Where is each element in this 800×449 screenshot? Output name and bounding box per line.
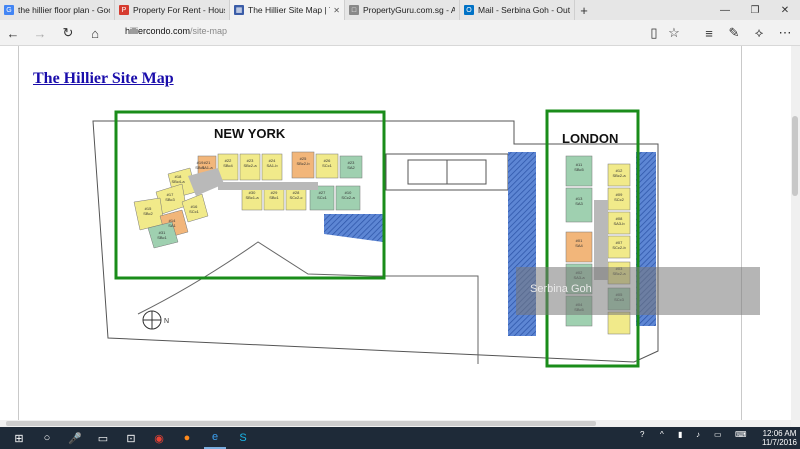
tab-outlook-mail[interactable]: O Mail - Serbina Goh - Outloc (460, 0, 575, 20)
outlook-icon: O (464, 5, 474, 15)
hub-icon[interactable]: ≡ (700, 24, 718, 42)
tab-property-rent[interactable]: P Property For Rent - Houses (115, 0, 230, 20)
tab-title: the hillier floor plan - Goog (18, 5, 110, 15)
cortana-icon[interactable]: 🎤 (64, 427, 86, 449)
tab-title: The Hillier Site Map | Th (248, 5, 331, 15)
unit-label: #13 SA3 (575, 196, 583, 206)
skype-icon[interactable]: S (232, 427, 254, 449)
close-window-button[interactable]: ✕ (770, 0, 800, 20)
unit-label: #01 SA4 (575, 238, 583, 248)
vertical-scrollbar[interactable] (791, 46, 800, 420)
minimize-button[interactable]: — (710, 0, 740, 20)
web-content: The Hillier Site Map NEW YORK LONDON N #… (0, 46, 791, 420)
scroll-thumb[interactable] (792, 116, 798, 196)
close-tab-icon[interactable]: ✕ (333, 6, 340, 15)
store-icon[interactable]: ⊡ (120, 427, 142, 449)
more-icon[interactable]: ⋯ (776, 24, 794, 42)
tray-up-icon[interactable]: ^ (660, 430, 664, 439)
start-button[interactable]: ⊞ (8, 427, 30, 449)
firefox-icon[interactable]: ● (176, 427, 198, 449)
tab-title: PropertyGuru.com.sg - Ager (363, 5, 455, 15)
clock[interactable]: 12:06 AM 11/7/2016 (762, 429, 797, 447)
watermark-text: Serbina Goh (530, 283, 592, 295)
google-icon: G (4, 5, 14, 15)
page-title-link[interactable]: The Hillier Site Map (33, 70, 174, 88)
back-button[interactable]: ← (4, 24, 22, 42)
clock-date: 11/7/2016 (762, 438, 797, 447)
page-column: The Hillier Site Map NEW YORK LONDON N #… (18, 46, 760, 420)
url-domain: hilliercondo.com (125, 26, 191, 36)
tab-google-search[interactable]: G the hillier floor plan - Goog (0, 0, 115, 20)
forward-button[interactable]: → (31, 24, 49, 42)
clock-time: 12:06 AM (762, 429, 797, 438)
new-tab-button[interactable]: + (575, 0, 593, 20)
new-york-label: NEW YORK (214, 126, 286, 141)
edge-icon[interactable]: e (204, 427, 226, 449)
help-icon[interactable]: ? (640, 430, 644, 439)
site-map-image: NEW YORK LONDON N #21 SA1-a#22 SBc4#23 SBc2… (92, 109, 659, 368)
page-icon: □ (349, 5, 359, 15)
unit-label: #23 SA2 (347, 160, 355, 170)
task-view-icon[interactable]: ▭ (92, 427, 114, 449)
refresh-button[interactable]: ↻ (59, 24, 77, 42)
keyboard-icon[interactable]: ⌨ (735, 430, 747, 439)
notification-icon[interactable]: ▭ (714, 430, 722, 439)
hscroll-thumb[interactable] (6, 421, 596, 426)
url-path: /site-map (190, 26, 228, 36)
unit-label: #14 SA1 (168, 218, 176, 228)
london-label: LONDON (562, 131, 618, 146)
svg-text:N: N (164, 318, 169, 325)
share-icon[interactable]: ⟡ (750, 24, 768, 42)
favorite-star-icon[interactable]: ☆ (665, 24, 683, 42)
volume-icon[interactable]: ♪ (696, 430, 700, 439)
tab-propertyguru[interactable]: □ PropertyGuru.com.sg - Ager (345, 0, 460, 20)
watermark-overlay: Serbina Goh (516, 267, 760, 315)
network-icon[interactable]: ▮ (678, 430, 682, 439)
address-field[interactable]: hilliercondo.com/site-map (125, 26, 227, 36)
chrome-icon[interactable]: ◉ (148, 427, 170, 449)
reading-view-icon[interactable]: ▯ (645, 24, 663, 42)
propertyguru-icon: P (119, 5, 129, 15)
taskbar: ⊞ ○ 🎤 ▭ ⊡ ◉ ● e S ? ^ ▮ ♪ ▭ ⌨ 12:06 AM 1… (0, 427, 800, 449)
page-icon: ▦ (234, 5, 244, 15)
horizontal-scrollbar[interactable] (0, 420, 791, 427)
address-bar-row: ← → ↻ ⌂ hilliercondo.com/site-map ▯ ☆ ≡ … (0, 20, 800, 46)
tab-title: Property For Rent - Houses (133, 5, 225, 15)
restore-button[interactable]: ❐ (740, 0, 770, 20)
tab-title: Mail - Serbina Goh - Outloc (478, 5, 570, 15)
web-note-icon[interactable]: ✎ (725, 24, 743, 42)
tab-strip: G the hillier floor plan - Goog P Proper… (0, 0, 800, 20)
search-icon[interactable]: ○ (36, 427, 58, 449)
tab-hillier-site-map[interactable]: ▦ The Hillier Site Map | Th ✕ (230, 0, 345, 20)
home-button[interactable]: ⌂ (86, 24, 104, 42)
